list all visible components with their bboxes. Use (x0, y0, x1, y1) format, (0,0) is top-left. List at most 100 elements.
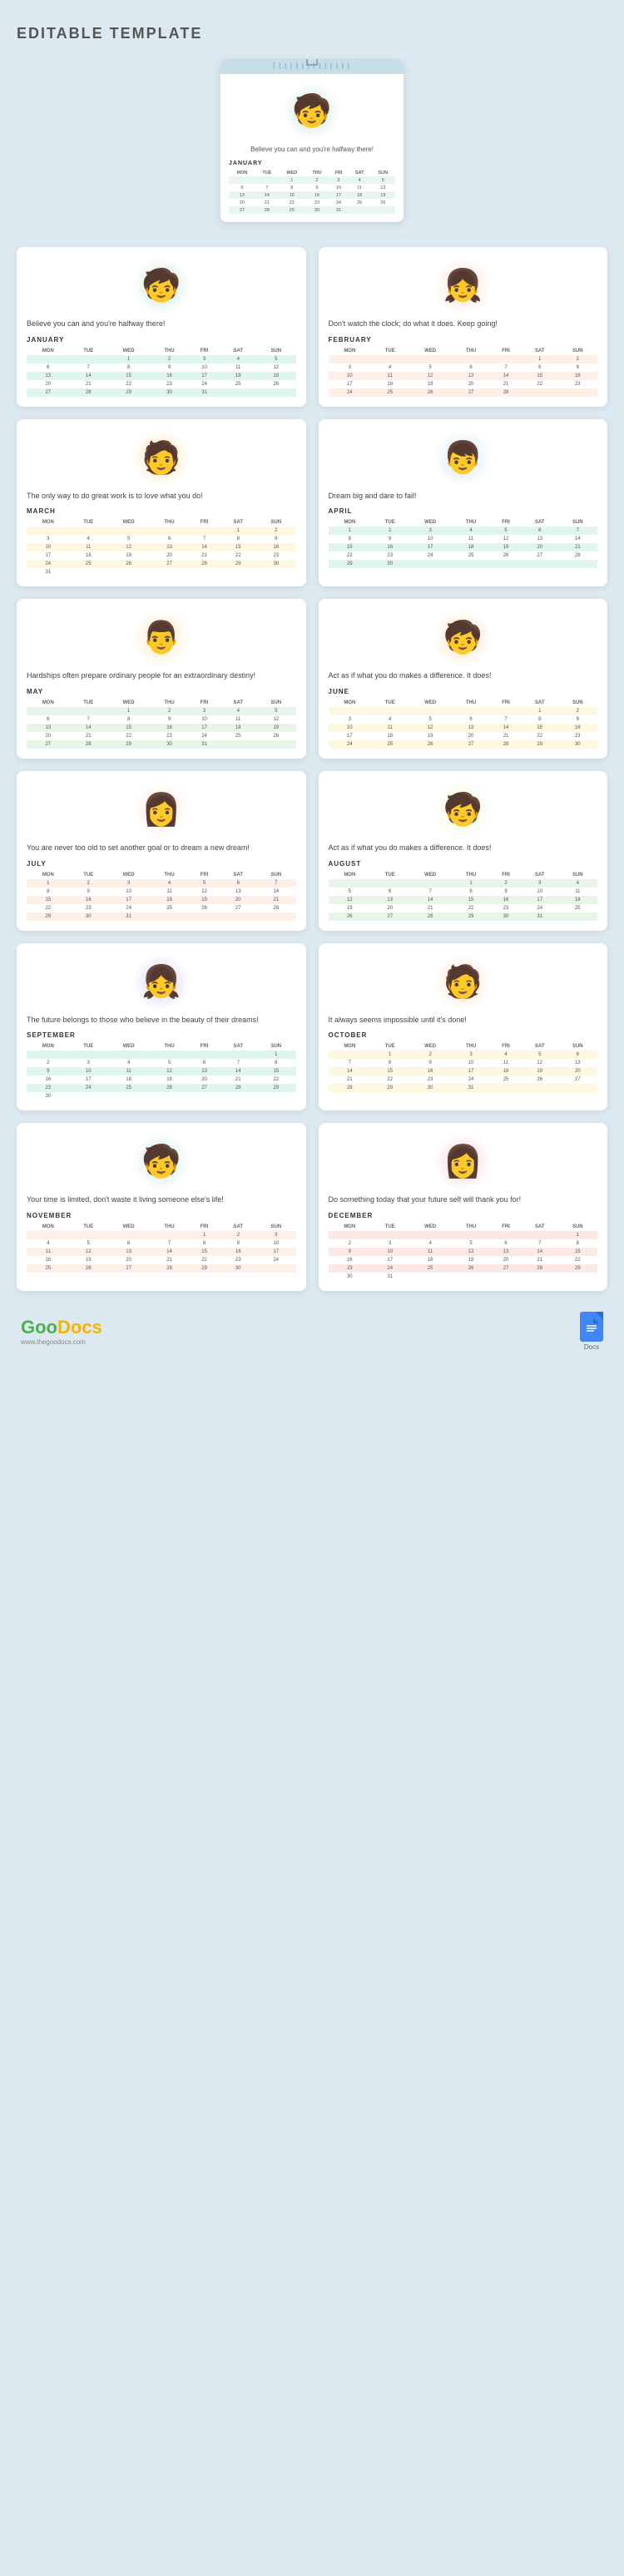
cal-day: 15 (189, 1248, 220, 1256)
cal-day: 15 (558, 1248, 597, 1256)
cal-illustration-may: 👨 (27, 609, 296, 667)
cal-day: 3 (329, 363, 372, 372)
cal-day: 2 (220, 1231, 256, 1239)
cal-day: 8 (558, 1239, 597, 1248)
cal-day: 24 (329, 388, 372, 397)
cal-header-sat: SAT (522, 347, 558, 355)
cal-day: 20 (452, 380, 490, 388)
cal-header-mon: MON (329, 699, 372, 707)
cal-table-october: MONTUEWEDTHUFRISATSUN1234567891011121314… (329, 1042, 598, 1092)
cal-data-row: 6789101112 (27, 715, 296, 724)
cal-day: 9 (256, 535, 295, 543)
cal-day (70, 707, 107, 715)
footer: GooDocs www.thegoodocs.com Docs (17, 1312, 607, 1351)
cal-day: 7 (490, 715, 522, 724)
cal-day (256, 1092, 295, 1100)
cal-day: 22 (189, 1256, 220, 1264)
cal-day (490, 1231, 522, 1239)
cal-day: 26 (189, 904, 220, 912)
cal-day: 27 (27, 740, 70, 749)
cal-day: 19 (490, 543, 522, 551)
cal-day: 2 (490, 879, 522, 888)
cal-day (329, 355, 372, 363)
cal-day (220, 568, 256, 576)
cal-day: 23 (150, 732, 188, 740)
cal-day: 5 (70, 1239, 107, 1248)
cal-day: 12 (189, 888, 220, 896)
cal-day: 9 (220, 1239, 256, 1248)
cal-month-title-september: SEPTEMBER (27, 1031, 296, 1039)
cal-day: 21 (70, 380, 107, 388)
preview-day (349, 206, 371, 214)
cal-day: 17 (189, 724, 220, 732)
cal-day (490, 707, 522, 715)
cal-header-mon: MON (329, 518, 372, 527)
cal-day: 21 (409, 904, 452, 912)
cal-day: 17 (522, 896, 558, 904)
cal-day: 4 (70, 535, 107, 543)
cal-card-august: 🧒Act as if what you do makes a differenc… (319, 771, 608, 931)
cal-day: 7 (70, 715, 107, 724)
cal-day: 3 (452, 1051, 490, 1059)
cal-day (70, 1051, 107, 1059)
cal-day: 3 (329, 715, 372, 724)
cal-header-tue: TUE (371, 347, 409, 355)
cal-day (150, 1051, 188, 1059)
cal-data-row: 2728293031 (27, 740, 296, 749)
cal-day: 31 (371, 1273, 409, 1281)
cal-day: 2 (558, 355, 597, 363)
cal-day (452, 560, 490, 568)
cal-data-row: 10111213141516 (329, 372, 598, 380)
cal-header-sun: SUN (256, 518, 295, 527)
cal-day (558, 388, 597, 397)
cal-data-row: 3456789 (329, 363, 598, 372)
cal-data-row: 567891011 (329, 888, 598, 896)
illus-circle-august: 🧒 (433, 781, 492, 839)
cal-day: 30 (256, 560, 295, 568)
cal-day (150, 527, 188, 535)
cal-day: 31 (522, 912, 558, 921)
cal-day: 19 (107, 551, 151, 560)
cal-header-row: MONTUEWEDTHUFRISATSUN (329, 871, 598, 879)
cal-day: 3 (522, 879, 558, 888)
cal-illustration-june: 🧒 (329, 609, 598, 667)
cal-day: 25 (220, 380, 256, 388)
cal-day: 10 (107, 888, 151, 896)
cal-day: 16 (371, 543, 409, 551)
cal-table-august: MONTUEWEDTHUFRISATSUN1234567891011121314… (329, 871, 598, 921)
logo-docs: Docs (57, 1317, 102, 1337)
cal-day (371, 707, 409, 715)
cal-day (27, 1051, 70, 1059)
cal-day: 14 (70, 372, 107, 380)
cal-table-may: MONTUEWEDTHUFRISATSUN1234567891011121314… (27, 699, 296, 749)
cal-header-thu: THU (452, 518, 490, 527)
cal-day: 18 (371, 380, 409, 388)
cal-illustration-october: 🧑 (329, 953, 598, 1011)
preview-day: 29 (279, 206, 305, 214)
cal-data-row: 12 (329, 355, 598, 363)
cal-day: 4 (371, 715, 409, 724)
cal-day: 5 (189, 879, 220, 888)
cal-day: 11 (220, 715, 256, 724)
preview-calendar-table: MON TUE WED THU FRI SAT SUN 123456789101… (229, 170, 395, 214)
cal-day (452, 355, 490, 363)
cal-day (558, 560, 597, 568)
cal-quote-april: Dream big and dare to fail! (329, 491, 598, 502)
col-sun: SUN (371, 170, 395, 176)
cal-day: 9 (409, 1059, 452, 1067)
cal-header-sat: SAT (522, 518, 558, 527)
cal-data-row: 2425262728 (329, 388, 598, 397)
cal-day: 1 (220, 527, 256, 535)
cal-day: 12 (490, 535, 522, 543)
cal-day: 27 (220, 904, 256, 912)
cal-day: 15 (27, 896, 70, 904)
cal-data-row: 12131415161718 (329, 896, 598, 904)
cal-day: 8 (452, 888, 490, 896)
cal-day: 16 (256, 543, 295, 551)
cal-data-row: 18192021222324 (27, 1256, 296, 1264)
cal-day: 2 (371, 527, 409, 535)
cal-header-tue: TUE (371, 1223, 409, 1231)
cal-day (490, 560, 522, 568)
cal-day: 17 (70, 1075, 107, 1084)
preview-card: 🧒 Believe you can and you're halfway the… (220, 59, 404, 222)
